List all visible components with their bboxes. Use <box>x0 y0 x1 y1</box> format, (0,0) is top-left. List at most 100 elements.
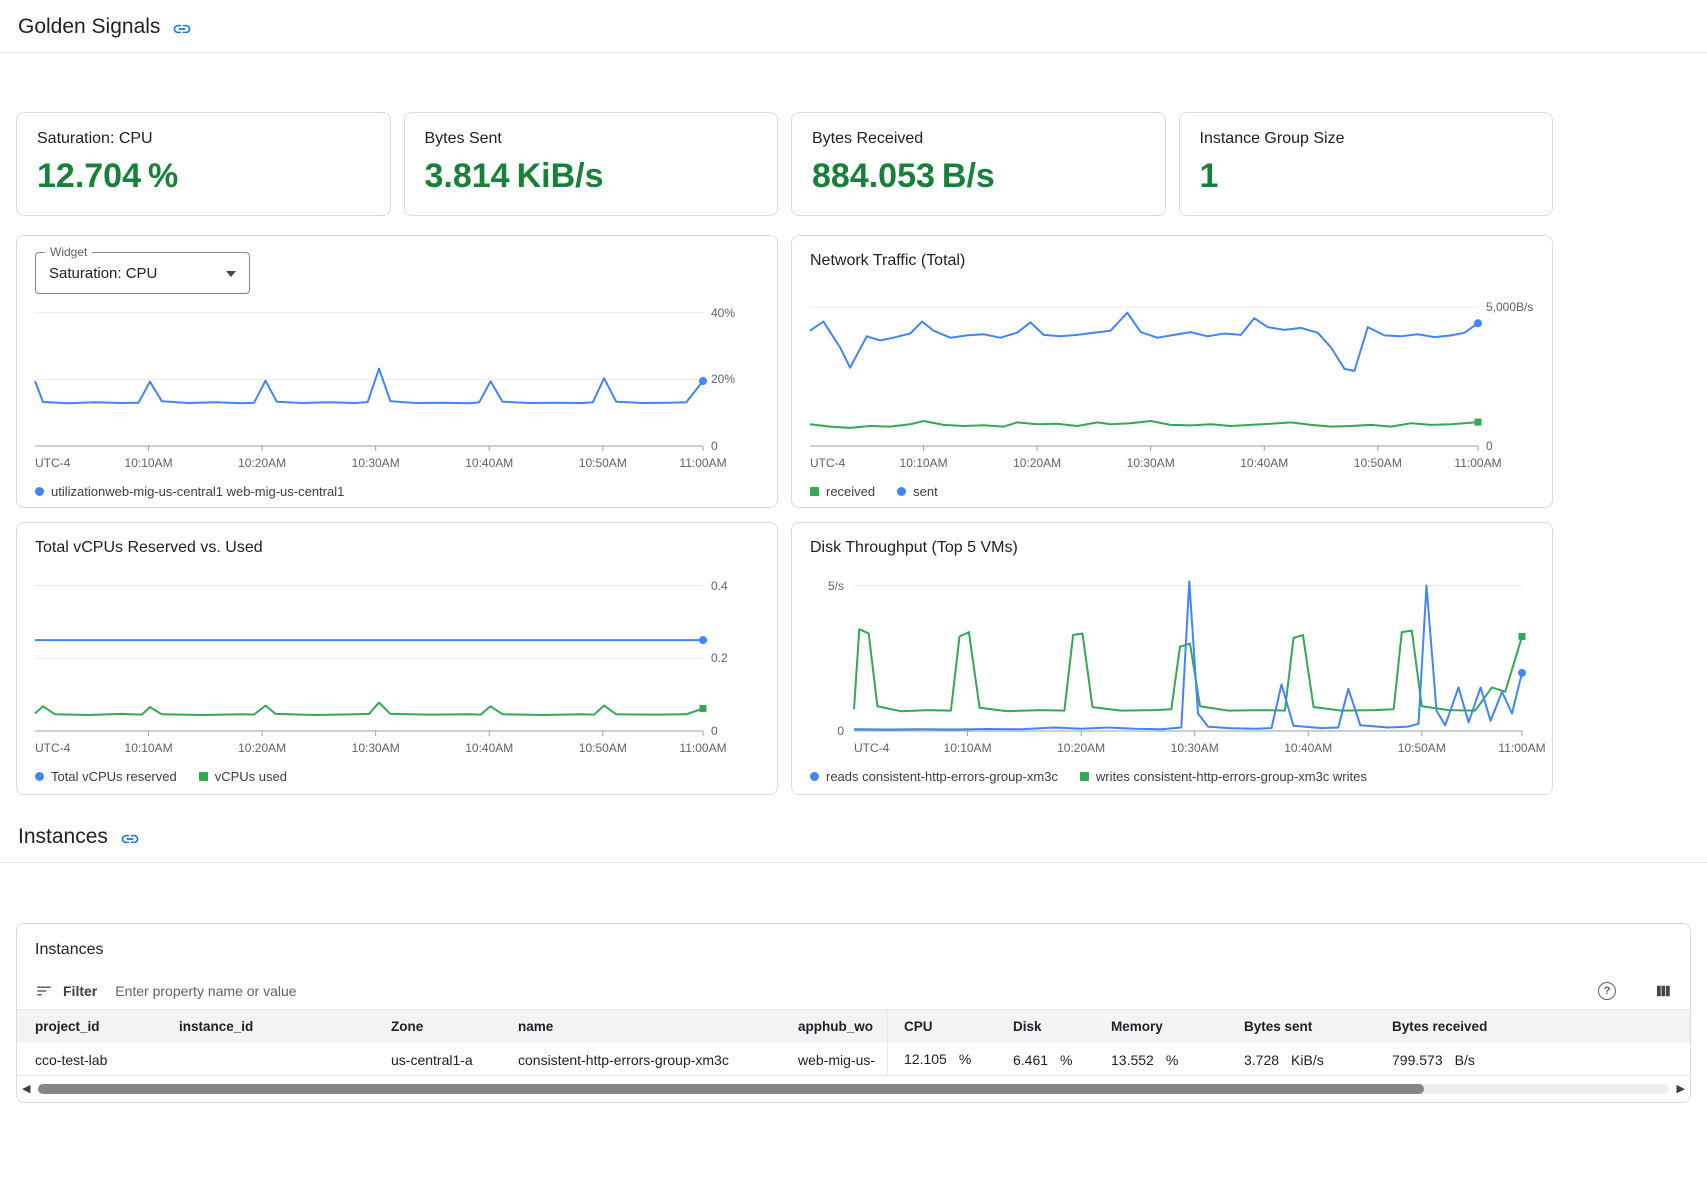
y-axis-label: 0.4 <box>711 579 728 593</box>
x-axis-label: UTC-4 <box>35 741 70 755</box>
cell-name: consistent-http-errors-group-xm3c <box>518 1052 798 1068</box>
instances-table-card: Instances Filter ? project_id instance_i… <box>16 923 1691 1103</box>
column-header-disk[interactable]: Disk <box>1013 1019 1111 1034</box>
horizontal-scrollbar: ◀ ▶ <box>17 1076 1690 1102</box>
saturation-cpu-chart-card: Widget Saturation: CPU 020%40% UTC-410:1… <box>16 235 778 508</box>
legend-item[interactable]: vCPUs used <box>199 769 287 784</box>
filter-bar[interactable]: Filter ? <box>17 972 1690 1010</box>
scrollbar-track[interactable] <box>38 1084 1668 1094</box>
golden-signals-title: Golden Signals <box>18 15 160 39</box>
scorecard-instance-group-size: Instance Group Size 1 <box>1179 112 1554 216</box>
y-axis-label: 0 <box>711 439 718 453</box>
legend-item[interactable]: received <box>810 484 875 499</box>
network-traffic-chart[interactable] <box>810 296 1478 452</box>
column-header-zone[interactable]: Zone <box>391 1019 518 1034</box>
x-axis-label: 10:50AM <box>1354 456 1402 470</box>
cell-bytes-sent: 3.728KiB/s <box>1244 1052 1392 1068</box>
saturation-cpu-chart[interactable] <box>35 296 703 452</box>
x-axis-label: 10:50AM <box>579 456 627 470</box>
column-header-project-id[interactable]: project_id <box>35 1019 179 1034</box>
column-header-apphub[interactable]: apphub_wo <box>798 1019 887 1034</box>
x-axis-label: 10:20AM <box>1057 741 1105 755</box>
y-axis-label: 0 <box>1486 439 1493 453</box>
x-axis-label: UTC-4 <box>854 741 889 755</box>
chart-title: Disk Throughput (Top 5 VMs) <box>810 539 1536 557</box>
series-swatch <box>35 772 44 781</box>
legend-item[interactable]: Total vCPUs reserved <box>35 769 177 784</box>
chart-legend: utilizationweb-mig-us-central1 web-mig-u… <box>35 484 761 499</box>
x-axis: UTC-410:10AM10:20AM10:30AM10:40AM10:50AM… <box>35 456 703 473</box>
column-header-cpu[interactable]: CPU <box>887 1010 1013 1043</box>
scorecard-title: Saturation: CPU <box>37 130 370 148</box>
vcpus-chart[interactable] <box>35 571 703 737</box>
column-display-icon[interactable] <box>1654 982 1672 1000</box>
x-axis-label: 10:40AM <box>465 741 513 755</box>
x-axis-label: 10:40AM <box>465 456 513 470</box>
x-axis-label: 11:00AM <box>1498 741 1545 755</box>
x-axis-label: UTC-4 <box>810 456 845 470</box>
y-axis-label: 20% <box>711 372 735 386</box>
x-axis-label: 10:10AM <box>944 741 992 755</box>
disk-throughput-chart[interactable] <box>854 571 1522 737</box>
x-axis-label: 10:30AM <box>1127 456 1175 470</box>
golden-signals-link-icon[interactable] <box>172 19 192 39</box>
x-axis: UTC-410:10AM10:20AM10:30AM10:40AM10:50AM… <box>854 741 1522 758</box>
legend-item[interactable]: writes consistent-http-errors-group-xm3c… <box>1080 769 1367 784</box>
column-header-name[interactable]: name <box>518 1019 798 1034</box>
y-axis-label: 0 <box>711 724 718 738</box>
cell-memory: 13.552% <box>1111 1052 1244 1068</box>
scorecards-row: Saturation: CPU 12.704% Bytes Sent 3.814… <box>16 112 1553 216</box>
column-header-instance-id[interactable]: instance_id <box>179 1019 391 1034</box>
x-axis-label: 10:20AM <box>238 741 286 755</box>
x-axis-label: 10:10AM <box>900 456 948 470</box>
x-axis-label: 10:30AM <box>352 741 400 755</box>
x-axis-label: 10:50AM <box>579 741 627 755</box>
widget-select[interactable]: Widget Saturation: CPU <box>35 252 250 294</box>
scrollbar-thumb[interactable] <box>38 1084 1424 1094</box>
instances-header: Instances <box>0 810 1707 863</box>
scorecard-title: Bytes Received <box>812 130 1145 148</box>
x-axis-label: 11:00AM <box>1454 456 1501 470</box>
help-icon[interactable]: ? <box>1598 982 1616 1000</box>
legend-item[interactable]: reads consistent-http-errors-group-xm3c <box>810 769 1058 784</box>
y-axis-label: 5,000B/s <box>1486 300 1533 314</box>
scorecard-bytes-sent: Bytes Sent 3.814KiB/s <box>404 112 779 216</box>
legend-item[interactable]: utilizationweb-mig-us-central1 web-mig-u… <box>35 484 344 499</box>
x-axis-label: 10:10AM <box>125 741 173 755</box>
dropdown-caret-icon <box>226 271 236 277</box>
column-header-bytes-sent[interactable]: Bytes sent <box>1244 1019 1392 1034</box>
column-header-memory[interactable]: Memory <box>1111 1019 1244 1034</box>
scorecard-bytes-received: Bytes Received 884.053B/s <box>791 112 1166 216</box>
instances-link-icon[interactable] <box>120 829 140 849</box>
scroll-left-arrow[interactable]: ◀ <box>20 1084 32 1095</box>
cell-bytes-received: 799.573B/s <box>1392 1052 1672 1068</box>
x-axis-label: 10:20AM <box>238 456 286 470</box>
x-axis-label: 10:30AM <box>352 456 400 470</box>
chart-title: Total vCPUs Reserved vs. Used <box>35 539 761 557</box>
y-axis-label: 40% <box>711 306 735 320</box>
legend-label: received <box>826 484 875 499</box>
scorecard-title: Instance Group Size <box>1200 130 1533 148</box>
column-header-bytes-received[interactable]: Bytes received <box>1392 1019 1672 1034</box>
table-row[interactable]: cco-test-lab us-central1-a consistent-ht… <box>17 1043 1690 1076</box>
x-axis-label: 10:20AM <box>1013 456 1061 470</box>
legend-item[interactable]: sent <box>897 484 938 499</box>
cell-zone: us-central1-a <box>391 1052 518 1068</box>
chart-title: Network Traffic (Total) <box>810 252 1536 270</box>
scorecard-value: 884.053B/s <box>812 157 1145 196</box>
series-swatch <box>199 772 208 781</box>
scorecard-saturation-cpu: Saturation: CPU 12.704% <box>16 112 391 216</box>
scroll-right-arrow[interactable]: ▶ <box>1675 1084 1687 1095</box>
x-axis: UTC-410:10AM10:20AM10:30AM10:40AM10:50AM… <box>810 456 1478 473</box>
instances-title: Instances <box>18 825 108 849</box>
filter-input[interactable] <box>115 983 1588 999</box>
x-axis: UTC-4 10:10AM 10:20AM 10:30AM 10:40AM 10:50AM… <box>35 741 703 758</box>
series-swatch <box>810 487 819 496</box>
disk-throughput-chart-card: Disk Throughput (Top 5 VMs) 05/s UTC-410… <box>791 522 1553 795</box>
instances-table-title: Instances <box>17 924 1690 972</box>
cell-project-id: cco-test-lab <box>35 1052 179 1068</box>
y-axis-label: 5/s <box>828 579 844 593</box>
scorecard-value: 3.814KiB/s <box>425 157 758 196</box>
cell-disk: 6.461% <box>1013 1052 1111 1068</box>
y-axis-label: 0.2 <box>711 651 728 665</box>
